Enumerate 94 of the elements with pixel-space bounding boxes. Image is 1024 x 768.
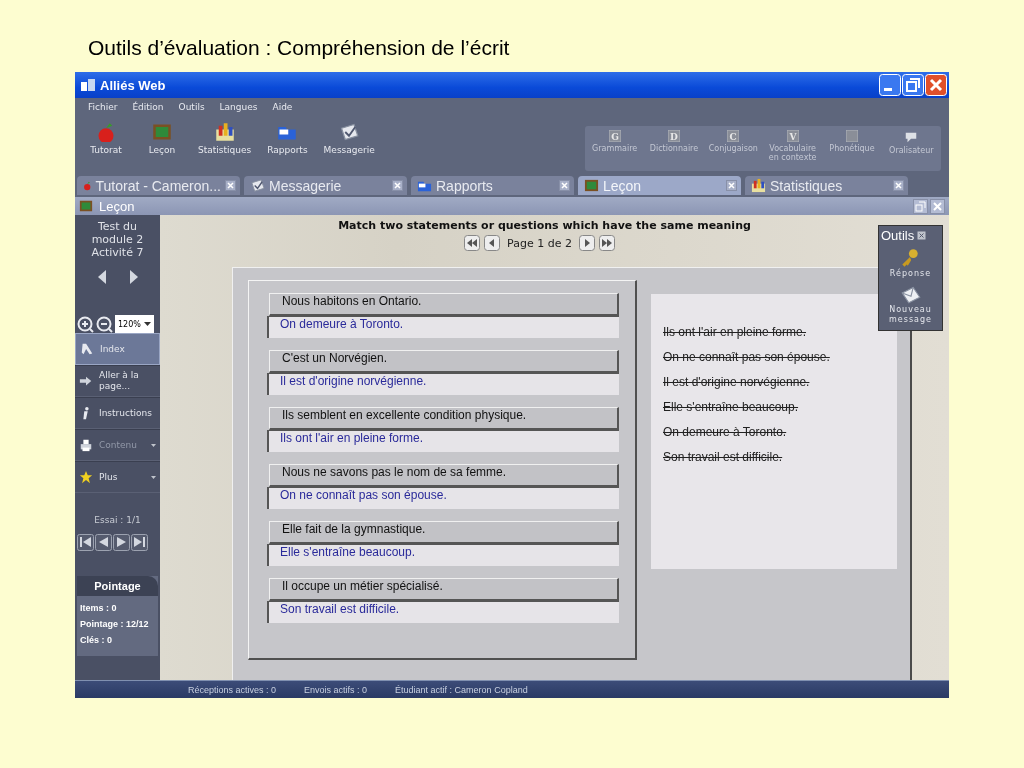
answer-slot[interactable]: Elle s'entraîne beaucoup. <box>267 544 619 566</box>
letter-tile-icon: C <box>727 130 740 142</box>
close-tab-icon[interactable] <box>893 180 904 191</box>
dropdown-caret-icon <box>151 443 156 447</box>
right-arrow-icon <box>79 374 93 388</box>
palette-button[interactable]: Réponse <box>889 245 932 281</box>
statement-label: C'est un Norvégien. <box>269 350 619 373</box>
close-tab-icon[interactable] <box>559 180 570 191</box>
score-line: Items : 0 <box>79 602 118 615</box>
restore-button[interactable] <box>913 198 928 214</box>
dropdown-caret-icon <box>143 322 151 326</box>
chalkboard-icon <box>152 122 172 142</box>
sidebar-item[interactable]: Index <box>75 333 160 365</box>
choice-item[interactable]: On ne connaît pas son épouse. <box>663 350 830 364</box>
menu-item[interactable]: Édition <box>132 102 164 112</box>
pointer-icon <box>80 342 94 356</box>
palette-title: Outils <box>881 228 915 243</box>
last-page-button[interactable] <box>131 534 148 551</box>
zoom-in-icon[interactable] <box>77 315 94 333</box>
previous-page-button[interactable] <box>484 235 501 251</box>
toolbar-button[interactable]: Leçon <box>136 122 188 155</box>
minimize-button[interactable] <box>879 74 901 96</box>
speech-bubble-icon <box>904 130 919 144</box>
close-button[interactable] <box>930 198 945 214</box>
menu-item[interactable]: Langues <box>219 102 258 112</box>
score-title: Pointage <box>77 576 158 596</box>
activity-title: Test du module 2 Activité 7 <box>90 219 145 259</box>
answer-slot[interactable]: Ils ont l'air en pleine forme. <box>267 430 619 452</box>
close-icon[interactable] <box>917 231 927 240</box>
status-text: Réceptions actives : 0 <box>188 684 277 695</box>
choice-item[interactable]: On demeure à Toronto. <box>663 425 787 439</box>
toolbar-button[interactable]: Tutorat <box>80 122 132 155</box>
chart-icon <box>751 178 766 193</box>
mail-icon <box>339 122 360 142</box>
panel-title: Leçon <box>99 198 135 214</box>
dropdown-caret-icon <box>151 475 156 479</box>
last-page-button[interactable] <box>598 235 615 251</box>
next-page-button[interactable] <box>113 534 130 551</box>
next-arrow-icon[interactable] <box>128 269 139 285</box>
toolbar-button[interactable]: Statistiques <box>192 122 258 155</box>
chart-icon <box>214 122 235 142</box>
statement-label: Ils semblent en excellente condition physique. <box>269 407 619 430</box>
attempt-counter: Essai : 1/1 <box>93 515 142 525</box>
apple-icon <box>96 122 116 142</box>
letter-tile-icon: D <box>668 130 680 142</box>
close-tab-icon[interactable] <box>726 180 737 191</box>
previous-page-button[interactable] <box>95 534 112 551</box>
letter-tile-icon: G <box>608 130 621 142</box>
chalkboard-icon <box>584 178 599 193</box>
statement-label: Elle fait de la gymnastique. <box>269 521 619 544</box>
score-line: Pointage : 12/12 <box>79 618 150 631</box>
menu-item[interactable]: Aide <box>272 102 293 112</box>
slide-title: Outils d’évaluation : Compréhension de l’écrit <box>88 36 511 61</box>
answer-slot[interactable]: On ne connaît pas son épouse. <box>267 487 619 509</box>
close-tab-icon[interactable] <box>225 180 236 191</box>
statement-label: Nous habitons en Ontario. <box>269 293 619 316</box>
letter-tile-icon: V <box>786 130 799 142</box>
answer-slot[interactable]: On demeure à Toronto. <box>267 316 619 338</box>
close-tab-icon[interactable] <box>392 180 403 191</box>
choice-item[interactable]: Il est d'origine norvégienne. <box>663 375 810 389</box>
app-icon <box>80 77 96 93</box>
tab[interactable]: Statistiques <box>745 176 908 195</box>
mail-icon <box>250 178 265 193</box>
status-text: Étudiant actif : Cameron Copland <box>395 684 528 695</box>
answer-slot[interactable]: Il est d'origine norvégienne. <box>267 373 619 395</box>
window-title: Alliés Web <box>100 77 166 93</box>
choice-item[interactable]: Ils ont l'air en pleine forme. <box>663 325 807 339</box>
score-line: Clés : 0 <box>79 634 113 647</box>
previous-arrow-icon[interactable] <box>96 269 107 285</box>
page-indicator: Page 1 de 2 <box>506 236 573 250</box>
choice-item[interactable]: Elle s'entraîne beaucoup. <box>663 400 799 414</box>
status-text: Envois actifs : 0 <box>304 684 368 695</box>
instruction-text: Match two statements or questions which have the same meaning <box>338 219 751 232</box>
tab[interactable]: Messagerie <box>244 176 407 195</box>
tab[interactable]: Rapports <box>411 176 574 195</box>
tab[interactable]: Tutorat - Cameron... <box>77 176 240 195</box>
zoom-dropdown[interactable]: 120% <box>115 315 154 333</box>
menu-item[interactable]: Outils <box>178 102 205 112</box>
printer-icon <box>79 438 93 452</box>
choice-item[interactable]: Son travail est difficile. <box>663 450 783 464</box>
statement-label: Il occupe un métier spécialisé. <box>269 578 619 601</box>
palette-button[interactable]: Nouveau message <box>879 281 942 327</box>
menu-item[interactable]: Fichier <box>88 102 118 112</box>
toolbar-button[interactable]: Rapports <box>261 122 314 155</box>
chalkboard-icon <box>79 199 93 213</box>
statement-label: Nous ne savons pas le nom de sa femme. <box>269 464 619 487</box>
letter-tile-icon <box>845 130 858 142</box>
toolbar-button[interactable]: Messagerie <box>317 122 381 155</box>
zoom-out-icon[interactable] <box>96 315 113 333</box>
first-page-button[interactable] <box>464 235 481 251</box>
next-page-button[interactable] <box>578 235 595 251</box>
first-page-button[interactable] <box>77 534 94 551</box>
star-icon <box>79 470 93 484</box>
answer-slot[interactable]: Son travail est difficile. <box>267 601 619 623</box>
